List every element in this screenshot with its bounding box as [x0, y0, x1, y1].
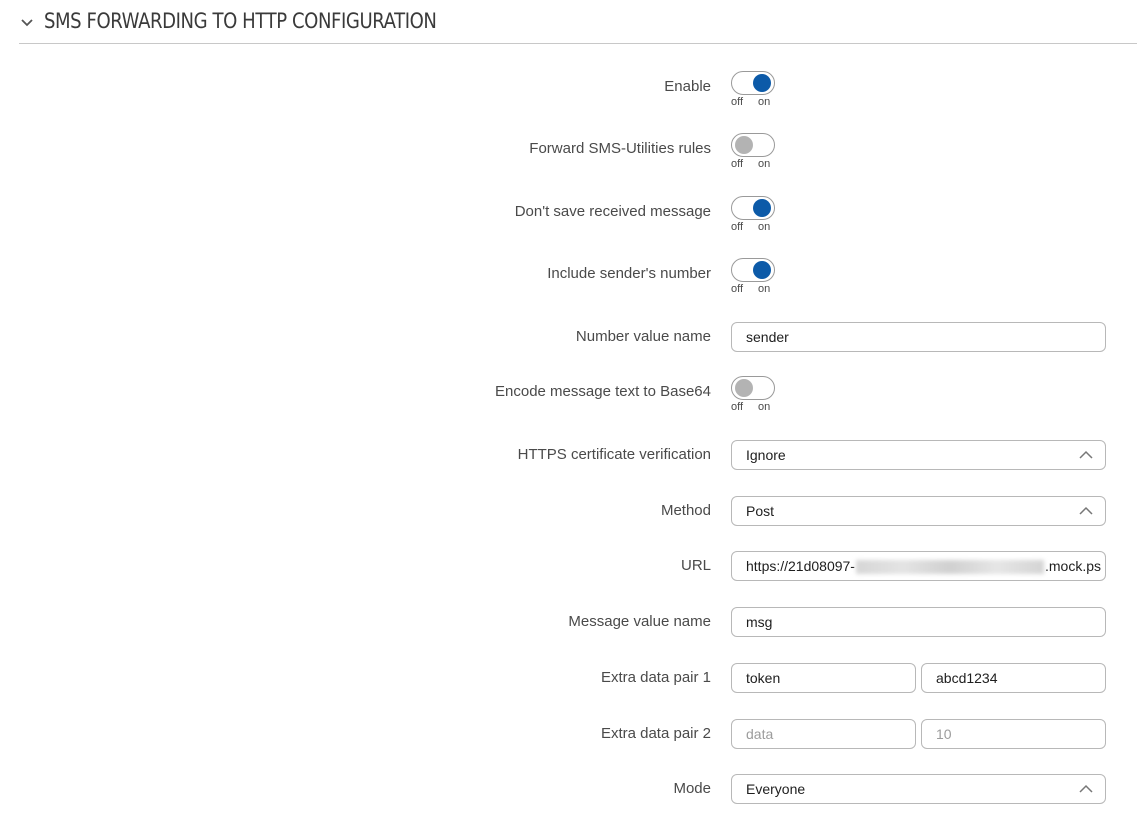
chevron-down-icon[interactable]	[20, 16, 34, 30]
toggle-knob	[753, 261, 771, 279]
mode-select[interactable]: Everyone	[731, 774, 1106, 804]
url-prefix: https://21d08097-	[746, 558, 855, 574]
number-value-name-input[interactable]: sender	[731, 322, 1106, 352]
chevron-up-icon	[1079, 450, 1093, 459]
url-suffix: .mock.ps	[1044, 558, 1101, 574]
select-value: Ignore	[746, 447, 786, 463]
off-caption: off	[731, 96, 744, 108]
toggle-knob	[753, 74, 771, 92]
url-label: URL	[680, 557, 711, 574]
url-input[interactable]: https://21d08097- .mock.ps	[731, 551, 1106, 581]
method-select[interactable]: Post	[731, 496, 1106, 526]
forward-rules-label: Forward SMS-Utilities rules	[529, 140, 711, 157]
off-caption: off	[731, 221, 744, 233]
section-header[interactable]: SMS FORWARDING TO HTTP CONFIGURATION	[19, 6, 1137, 44]
section-title: SMS FORWARDING TO HTTP CONFIGURATION	[44, 9, 437, 33]
mode-label: Mode	[673, 780, 711, 797]
message-value-name-label: Message value name	[568, 613, 711, 630]
on-caption: on	[758, 158, 771, 170]
extra-pair-1-key-input[interactable]: token	[731, 663, 916, 693]
extra-pair-2-value-input[interactable]: 10	[921, 719, 1106, 749]
dont-save-toggle[interactable]	[731, 196, 775, 220]
off-caption: off	[731, 401, 744, 413]
chevron-up-icon	[1079, 784, 1093, 793]
method-label: Method	[660, 502, 711, 519]
extra-pair-1-label: Extra data pair 1	[600, 669, 711, 686]
https-verification-select[interactable]: Ignore	[731, 440, 1106, 470]
encode-base64-toggle[interactable]	[731, 376, 775, 400]
toggle-knob	[735, 136, 753, 154]
on-caption: on	[758, 96, 771, 108]
off-caption: off	[731, 283, 744, 295]
toggle-knob	[753, 199, 771, 217]
enable-toggle[interactable]	[731, 71, 775, 95]
encode-base64-label: Encode message text to Base64	[495, 383, 711, 400]
off-caption: off	[731, 158, 744, 170]
number-value-name-label: Number value name	[575, 328, 711, 345]
enable-label: Enable	[664, 78, 711, 95]
dont-save-label: Don't save received message	[514, 203, 711, 220]
extra-pair-2-label: Extra data pair 2	[600, 725, 711, 742]
toggle-knob	[735, 379, 753, 397]
select-value: Post	[746, 503, 775, 519]
on-caption: on	[758, 221, 771, 233]
select-value: Everyone	[746, 781, 806, 797]
forward-rules-toggle[interactable]	[731, 133, 775, 157]
chevron-up-icon	[1079, 506, 1093, 515]
extra-pair-1-value-input[interactable]: abcd1234	[921, 663, 1106, 693]
on-caption: on	[758, 401, 771, 413]
https-verification-label: HTTPS certificate verification	[517, 446, 711, 463]
message-value-name-input[interactable]: msg	[731, 607, 1106, 637]
redacted-blur	[855, 560, 1044, 575]
on-caption: on	[758, 283, 771, 295]
include-sender-toggle[interactable]	[731, 258, 775, 282]
include-sender-label: Include sender's number	[547, 265, 711, 282]
extra-pair-2-key-input[interactable]: data	[731, 719, 916, 749]
